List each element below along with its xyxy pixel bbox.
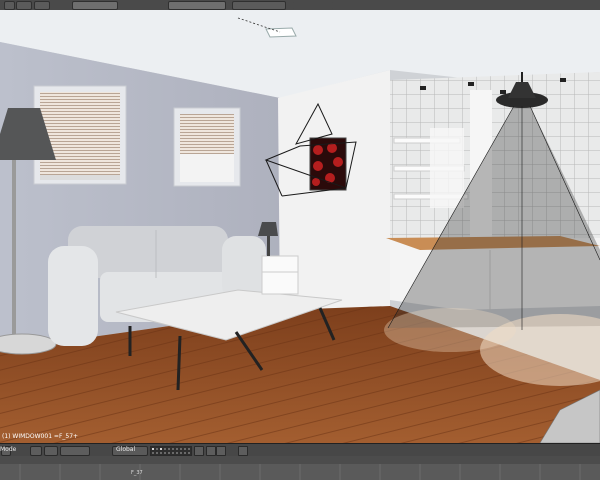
ceiling-light[interactable] <box>265 27 297 38</box>
render-engine-dropdown[interactable] <box>232 1 286 10</box>
timeline-ruler <box>0 456 600 480</box>
side-table[interactable] <box>261 255 299 295</box>
blender-menu-icon[interactable] <box>4 1 15 10</box>
scene-field[interactable] <box>168 1 226 10</box>
info-stats <box>292 1 334 10</box>
snap-magnet-icon[interactable] <box>206 446 216 456</box>
screen-layout-field[interactable] <box>72 1 118 10</box>
timeline-editor[interactable]: F_37 <box>0 456 600 480</box>
snap-element-icon[interactable] <box>216 446 226 456</box>
orientation-label: Global <box>116 446 136 453</box>
render-preview-icon[interactable] <box>238 446 248 456</box>
layer-selector[interactable] <box>150 446 192 456</box>
mode-dropdown[interactable]: Mode <box>0 445 16 455</box>
3d-view-header: Mode Global <box>0 443 600 457</box>
viewport-shading-button[interactable] <box>30 446 42 456</box>
scene-render <box>0 10 600 443</box>
blender-window: (1) WIMDOW001 =F_57+ Mode Global F_37 <box>0 0 600 480</box>
current-frame-label: F_37 <box>131 470 143 476</box>
lock-layers-icon[interactable] <box>194 446 204 456</box>
active-object-name: (1) WIMDOW001 =F_57+ <box>2 433 79 440</box>
file-menu[interactable] <box>16 1 32 10</box>
window-right[interactable] <box>173 107 241 187</box>
manipulator-toggle[interactable] <box>60 446 90 456</box>
wall-shelves[interactable] <box>393 128 469 208</box>
pivot-point-button[interactable] <box>44 446 58 456</box>
3d-viewport[interactable]: (1) WIMDOW001 =F_57+ <box>0 10 600 443</box>
add-menu[interactable] <box>34 1 50 10</box>
